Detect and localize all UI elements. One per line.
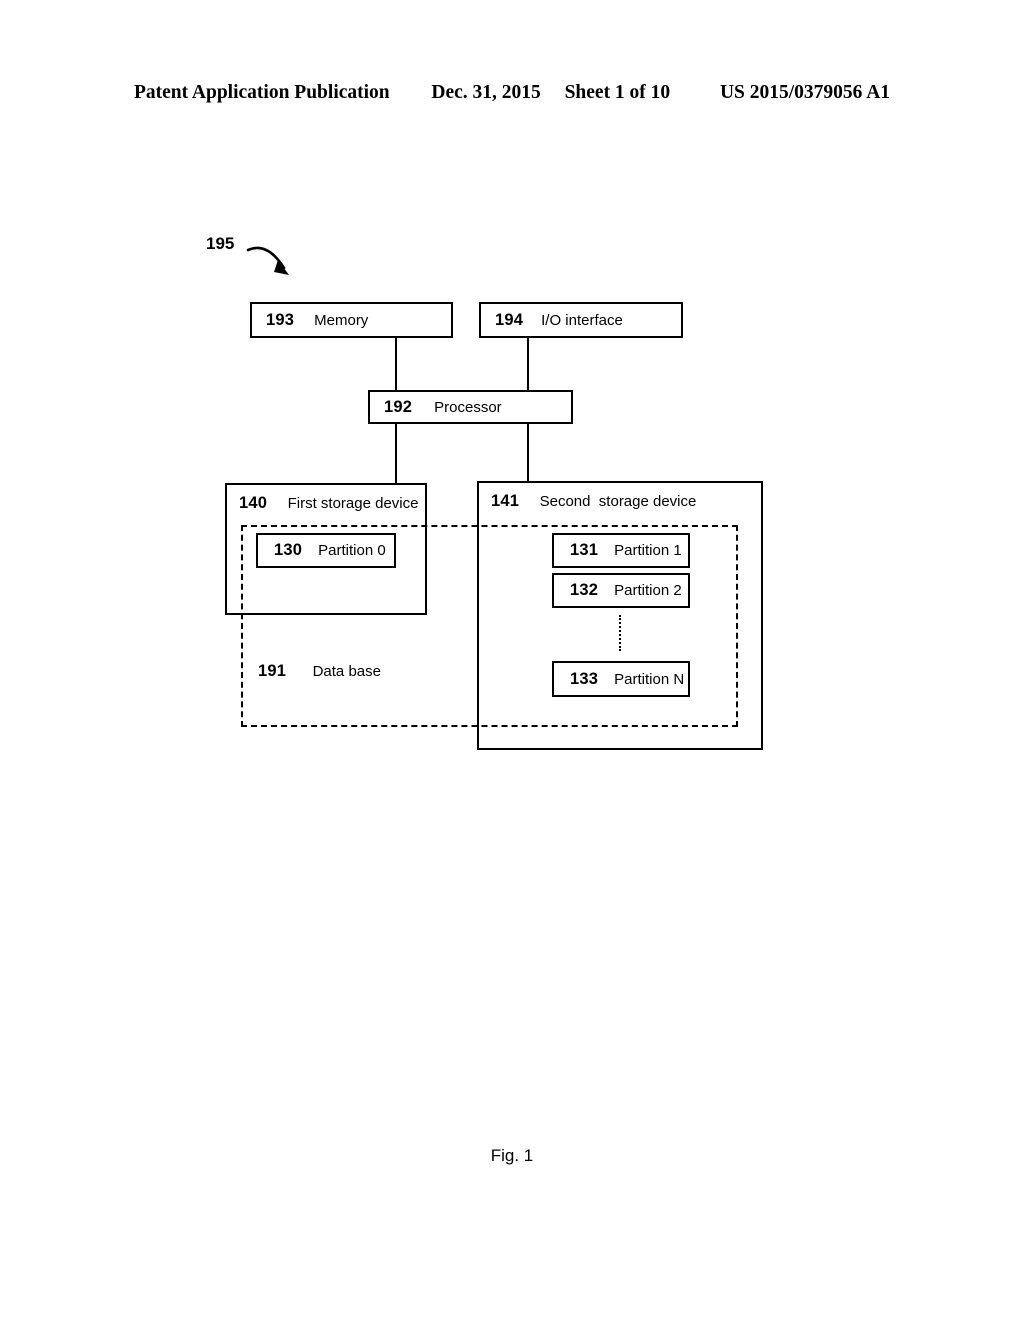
system-reference-arrow-icon [246,246,289,275]
block-partition-2: 132 Partition 2 [552,573,690,608]
block-io-interface-ref: 194 [495,310,524,329]
block-first-storage-device-ref: 140 [239,494,268,512]
block-partition-0-ref: 130 [274,541,303,559]
connector-processor-to-first-storage [395,422,397,484]
block-database-ref: 191 [258,662,287,680]
figure-1-diagram: 195 193 Memory 194 I/O interface 192 Pro… [0,0,1024,1320]
block-partition-1-label: Partition 1 [614,542,682,559]
block-processor-ref: 192 [384,397,413,416]
block-partition-0-label: Partition 0 [318,542,386,559]
block-partition-n: 133 Partition N [552,661,690,697]
block-processor-label: Processor [434,398,502,416]
connector-io-to-processor [527,337,529,391]
block-partition-n-ref: 133 [570,669,599,688]
block-partition-0: 130 Partition 0 [256,533,396,568]
connector-processor-to-second-storage [527,422,529,482]
block-memory: 193 Memory [250,302,453,338]
block-second-storage-device-ref: 141 [491,492,520,510]
block-partition-1-ref: 131 [570,541,599,559]
block-partition-n-label: Partition N [614,670,685,688]
block-partition-1: 131 Partition 1 [552,533,690,568]
block-partition-2-ref: 132 [570,581,599,599]
figure-caption: Fig. 1 [490,1146,534,1165]
block-io-interface: 194 I/O interface [479,302,683,338]
block-memory-ref: 193 [266,310,295,329]
block-processor: 192 Processor [368,390,573,424]
connector-memory-to-processor [395,337,397,391]
system-reference-195-label: 195 [206,234,235,253]
block-database-title: 191 Data base [258,662,381,681]
block-memory-label: Memory [314,311,369,329]
block-second-storage-device-title: 141 Second storage device [491,492,696,511]
partition-continuation-ellipsis-icon [619,615,621,651]
block-database-label: Data base [312,663,381,680]
block-second-storage-device-label: Second storage device [539,493,697,510]
block-io-interface-label: I/O interface [541,311,623,329]
block-first-storage-device-title: 140 First storage device [239,494,418,513]
block-first-storage-device-label: First storage device [287,495,419,512]
block-partition-2-label: Partition 2 [614,582,682,599]
